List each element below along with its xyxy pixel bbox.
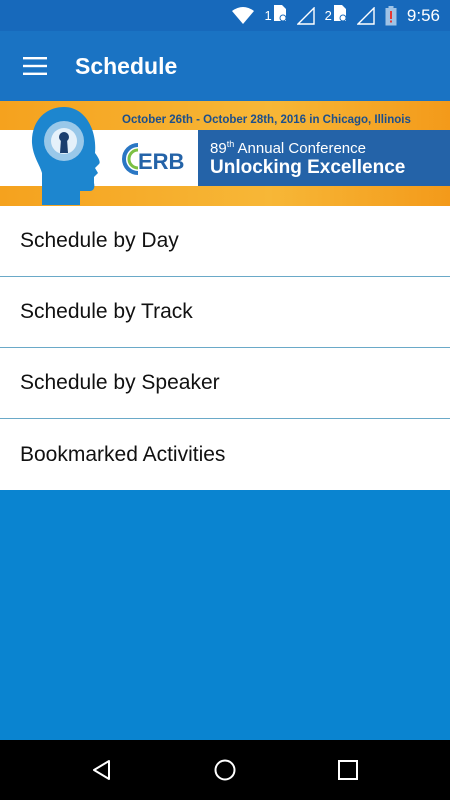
conference-banner: October 26th - October 28th, 2016 in Chi… (0, 101, 450, 206)
menu-item-label: Schedule by Track (20, 300, 193, 323)
wifi-icon (232, 6, 255, 25)
conference-number: 89 (210, 140, 227, 157)
back-icon[interactable] (82, 750, 122, 790)
hamburger-menu-icon[interactable] (0, 31, 70, 101)
menu-item-schedule-by-day[interactable]: Schedule by Day (0, 206, 450, 277)
sim2-indicator: 2 (325, 4, 347, 27)
sim-card-icon (273, 4, 287, 27)
sim-card-icon (333, 4, 347, 27)
conference-text: Annual Conference (234, 140, 366, 157)
menu-item-label: Bookmarked Activities (20, 442, 226, 466)
sim2-number: 2 (324, 8, 332, 23)
page-title: Schedule (75, 52, 178, 79)
battery-alert-icon (385, 5, 397, 26)
sim1-indicator: 1 (264, 4, 287, 27)
menu-item-label: Schedule by Speaker (20, 371, 220, 394)
menu-item-label: Schedule by Day (20, 229, 179, 252)
schedule-menu-list: Schedule by Day Schedule by Track Schedu… (0, 206, 450, 490)
menu-item-schedule-by-track[interactable]: Schedule by Track (0, 277, 450, 348)
signal-icon (356, 6, 375, 25)
signal-icon (296, 6, 315, 25)
sim1-number: 1 (264, 8, 272, 23)
clock: 9:56 (406, 5, 440, 25)
status-bar: 1 2 9:56 (0, 0, 450, 31)
system-nav-bar (0, 740, 450, 800)
home-icon[interactable] (205, 750, 245, 790)
conference-title: 89th Annual Conference (210, 139, 366, 157)
menu-item-bookmarked-activities[interactable]: Bookmarked Activities (0, 419, 450, 490)
menu-item-schedule-by-speaker[interactable]: Schedule by Speaker (0, 348, 450, 419)
svg-text:ERB: ERB (138, 149, 184, 174)
recents-icon[interactable] (328, 750, 368, 790)
banner-dates: October 26th - October 28th, 2016 in Chi… (122, 114, 411, 126)
erb-logo: ERB (122, 141, 190, 182)
conference-tagline: Unlocking Excellence (210, 157, 406, 178)
app-bar: Schedule (0, 31, 450, 101)
head-keyhole-icon (31, 107, 100, 205)
